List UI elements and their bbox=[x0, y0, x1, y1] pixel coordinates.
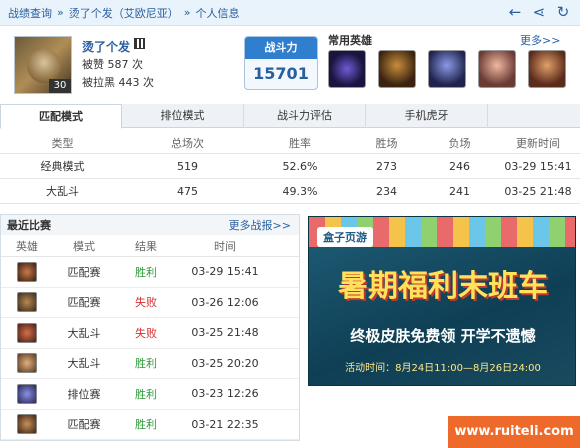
table-header: 类型 总场次 胜率 胜场 负场 更新时间 bbox=[0, 132, 580, 154]
avatar-image bbox=[27, 49, 61, 83]
recent-matches: 最近比赛 更多战报>> 英雄 模式 结果 时间 匹配赛 胜利 03-29 15:… bbox=[0, 214, 300, 441]
more-reports-link[interactable]: 更多战报>> bbox=[229, 217, 291, 233]
qr-code-icon[interactable] bbox=[134, 38, 145, 49]
hero-icon bbox=[17, 353, 37, 374]
breadcrumb-current: 个人信息 bbox=[195, 6, 240, 20]
match-row[interactable]: 匹配赛 失败 03-26 12:06 bbox=[1, 288, 299, 318]
more-heroes-link[interactable]: 更多>> bbox=[520, 32, 560, 48]
promo-banner[interactable]: 盒子页游 暑期福利末班车 终极皮肤免费领 开学不遗憾 活动时间：8月24日11:… bbox=[308, 216, 576, 386]
watermark: www.ruiteli.com bbox=[448, 416, 580, 448]
hero-list bbox=[328, 50, 578, 88]
player-name[interactable]: 烫了个发 bbox=[82, 38, 130, 55]
power-card: 战斗力 15701 bbox=[244, 36, 318, 90]
hero-icon bbox=[17, 383, 37, 404]
back-arrow-icon[interactable]: ← bbox=[506, 3, 524, 21]
blacklist-count: 被拉黑 443 次 bbox=[82, 76, 154, 89]
breadcrumb-home[interactable]: 战绩查询 bbox=[8, 5, 52, 21]
tab-match[interactable]: 匹配模式 bbox=[0, 104, 122, 129]
common-heroes-title: 常用英雄 bbox=[328, 34, 372, 47]
hero-icon bbox=[17, 414, 37, 435]
hero-portrait[interactable] bbox=[528, 50, 566, 88]
level-badge: 30 bbox=[49, 79, 71, 93]
hero-portrait[interactable] bbox=[478, 50, 516, 88]
hero-portrait[interactable] bbox=[378, 50, 416, 88]
hero-icon bbox=[17, 292, 37, 313]
banner-logo: 盒子页游 bbox=[317, 227, 373, 247]
tab-ranked[interactable]: 排位模式 bbox=[122, 104, 244, 128]
tab-mobile-huya[interactable]: 手机虎牙 bbox=[366, 104, 488, 128]
match-row[interactable]: 大乱斗 胜利 03-25 20:20 bbox=[1, 349, 299, 379]
match-row[interactable]: 匹配赛 胜利 03-21 22:35 bbox=[1, 410, 299, 440]
match-row[interactable]: 排位赛 胜利 03-23 12:26 bbox=[1, 379, 299, 410]
banner-line2: 活动时间：8月24日11:00—8月26日24:00 bbox=[345, 363, 541, 374]
hero-icon bbox=[17, 261, 37, 282]
recent-title: 最近比赛 bbox=[7, 219, 51, 232]
power-label: 战斗力 bbox=[245, 37, 317, 59]
table-row: 大乱斗 475 49.3% 234 241 03-25 21:48 bbox=[0, 179, 580, 204]
power-value: 15701 bbox=[253, 64, 309, 83]
tab-power-eval[interactable]: 战斗力评估 bbox=[244, 104, 366, 128]
banner-line1: 终极皮肤免费领 开学不遗憾 bbox=[350, 327, 536, 345]
banner-title: 暑期福利末班车 bbox=[338, 269, 548, 304]
share-icon[interactable]: ⋖ bbox=[530, 3, 548, 21]
table-row: 经典模式 519 52.6% 273 246 03-29 15:41 bbox=[0, 154, 580, 179]
praise-count: 被赞 587 次 bbox=[82, 58, 143, 71]
match-row[interactable]: 大乱斗 失败 03-25 21:48 bbox=[1, 318, 299, 349]
hero-icon bbox=[17, 322, 37, 343]
mode-tabs: 匹配模式 排位模式 战斗力评估 手机虎牙 bbox=[0, 104, 580, 129]
breadcrumb-player[interactable]: 烫了个发（艾欧尼亚） bbox=[69, 5, 179, 21]
recent-header: 英雄 模式 结果 时间 bbox=[1, 235, 299, 257]
hero-portrait[interactable] bbox=[328, 50, 366, 88]
avatar[interactable]: 30 bbox=[14, 36, 72, 94]
match-row[interactable]: 匹配赛 胜利 03-29 15:41 bbox=[1, 257, 299, 288]
hero-portrait[interactable] bbox=[428, 50, 466, 88]
stats-table: 类型 总场次 胜率 胜场 负场 更新时间 经典模式 519 52.6% 273 … bbox=[0, 132, 580, 204]
top-bar: 战绩查询 » 烫了个发（艾欧尼亚） » 个人信息 ← ⋖ ↻ bbox=[0, 0, 580, 26]
refresh-icon[interactable]: ↻ bbox=[554, 3, 572, 21]
